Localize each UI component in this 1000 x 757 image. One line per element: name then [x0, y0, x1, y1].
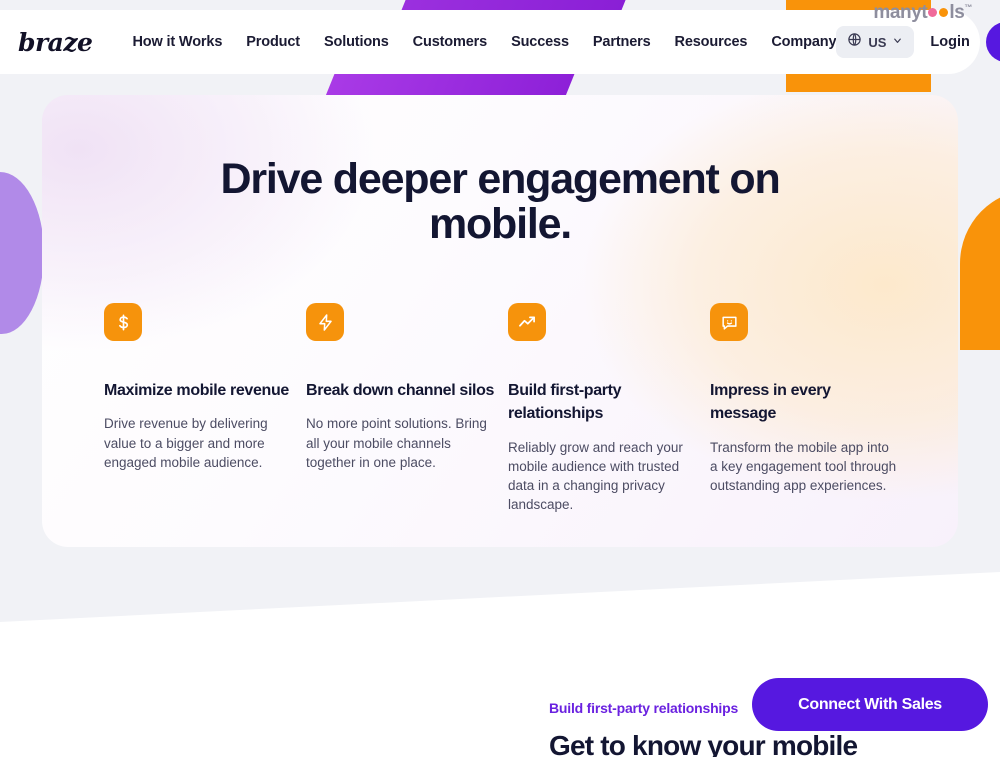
globe-icon — [847, 32, 862, 52]
dollar-icon — [104, 303, 142, 342]
section-eyebrow: Build first-party relationships — [549, 700, 739, 716]
nav-item-solutions[interactable]: Solutions — [324, 34, 389, 50]
nav-links: How it Works Product Solutions Customers… — [132, 34, 836, 50]
feature-card-maximize-revenue: Maximize mobile revenue Drive revenue by… — [104, 303, 294, 514]
watermark-dot-pink — [928, 8, 938, 17]
nav-item-partners[interactable]: Partners — [593, 34, 651, 50]
locale-label: US — [868, 34, 887, 50]
lightning-bolt-icon — [306, 303, 344, 342]
hero-card: Drive deeper engagement on mobile. Maxim… — [42, 95, 958, 547]
nav-item-resources[interactable]: Resources — [675, 34, 748, 50]
feature-title: Break down channel silos — [306, 382, 495, 400]
feature-title: Maximize mobile revenue — [104, 382, 289, 400]
nav-right-cluster: US Login Get Started — [836, 22, 1000, 62]
watermark-suffix: ls — [949, 2, 965, 23]
page-title: Drive deeper engagement on mobile. — [220, 155, 780, 249]
feature-card-first-party: Build first-party relationships Reliably… — [508, 303, 698, 514]
trending-up-icon — [508, 303, 546, 342]
feature-card-break-silos: Break down channel silos No more point s… — [306, 303, 496, 514]
feature-title: Impress in every message — [710, 382, 831, 423]
feature-card-impress-message: Impress in every message Transform the m… — [710, 303, 900, 514]
page-root: braze How it Works Product Solutions Cus… — [0, 0, 1000, 757]
nav-item-product[interactable]: Product — [246, 34, 300, 50]
watermark-dot-orange — [939, 8, 949, 17]
connect-with-sales-button[interactable]: Connect With Sales — [752, 678, 988, 731]
feature-grid: Maximize mobile revenue Drive revenue by… — [42, 303, 958, 514]
locale-selector[interactable]: US — [836, 26, 915, 58]
watermark-trademark: ™ — [964, 3, 972, 12]
nav-item-how-it-works[interactable]: How it Works — [132, 34, 222, 50]
nav-item-customers[interactable]: Customers — [413, 34, 488, 50]
feature-description: Drive revenue by delivering value to a b… — [104, 416, 268, 470]
login-link[interactable]: Login — [930, 34, 969, 50]
section-heading: Get to know your mobile — [549, 730, 858, 757]
feature-description: Transform the mobile app into a key enga… — [710, 439, 897, 493]
chevron-down-icon — [892, 33, 903, 51]
nav-item-company[interactable]: Company — [771, 34, 836, 50]
chat-smile-icon — [710, 303, 748, 342]
manytools-watermark: manyt ls ™ — [873, 2, 972, 24]
watermark-prefix: manyt — [873, 2, 928, 23]
nav-item-success[interactable]: Success — [511, 34, 569, 50]
feature-title: Build first-party relationships — [508, 382, 622, 423]
get-started-button[interactable]: Get Started — [985, 22, 1000, 62]
braze-logo[interactable]: braze — [18, 28, 93, 57]
main-navigation: braze How it Works Product Solutions Cus… — [0, 10, 1000, 74]
feature-description: No more point solutions. Bring all your … — [306, 416, 487, 470]
feature-description: Reliably grow and reach your mobile audi… — [508, 439, 683, 513]
